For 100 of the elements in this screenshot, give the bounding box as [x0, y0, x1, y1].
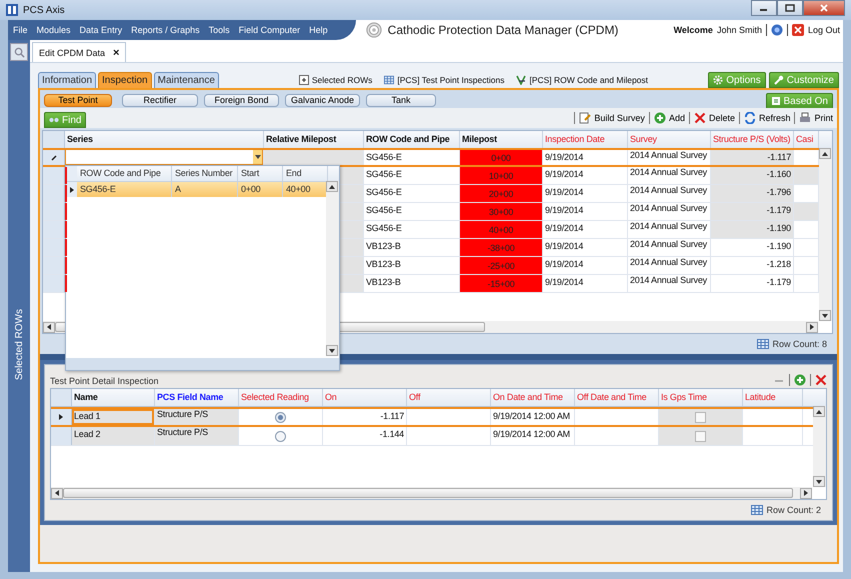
section-tab[interactable]: Maintenance [154, 72, 219, 88]
help-icon[interactable] [770, 24, 783, 36]
table-cell: -1.218 [711, 257, 794, 274]
toolbar-button[interactable]: Delete [694, 112, 735, 124]
table-cell: 9/19/2014 12:00 AM [491, 409, 575, 425]
close-button[interactable] [803, 0, 845, 16]
table-cell: -15+00 [460, 275, 543, 292]
table-cell: 2014 Annual Survey [628, 239, 711, 256]
table-cell: 2014 Annual Survey [628, 257, 711, 274]
row-header[interactable] [66, 182, 77, 197]
radio-button[interactable] [275, 412, 286, 422]
section-tab[interactable]: Inspection [98, 72, 152, 88]
search-button[interactable] [10, 43, 28, 61]
column-header[interactable]: Selected Reading [239, 389, 323, 406]
welcome-label: Welcome [674, 25, 713, 35]
scroll-left-button[interactable] [43, 322, 55, 332]
toolbar-button[interactable]: Build Survey [579, 112, 645, 124]
column-header[interactable]: PCS Field Name [155, 389, 239, 406]
column-header[interactable]: Casi [794, 131, 819, 148]
wrench-icon [774, 75, 784, 85]
series-dropdown-field[interactable] [65, 149, 263, 165]
grid-icon [757, 338, 770, 350]
column-header[interactable]: On Date and Time [491, 389, 575, 406]
table-cell[interactable]: SG456-E [77, 182, 172, 197]
resize-grip[interactable] [66, 358, 339, 370]
menu-item[interactable]: Modules [36, 25, 71, 35]
close-tab-button[interactable]: × [113, 46, 120, 58]
maximize-button[interactable] [777, 0, 803, 16]
checkbox[interactable] [695, 430, 706, 442]
column-header[interactable]: Series Number [172, 166, 238, 181]
scroll-right-button[interactable] [800, 488, 812, 498]
gear-icon [713, 75, 724, 85]
menu-item[interactable]: Help [309, 25, 328, 35]
section-tab[interactable]: Information [38, 72, 96, 88]
scroll-down-button[interactable] [813, 476, 825, 487]
scroll-up-button[interactable] [813, 406, 825, 417]
column-header[interactable]: ROW Code and Pipe [77, 166, 172, 181]
table-cell: 9/19/2014 [543, 203, 628, 220]
scroll-down-button[interactable] [819, 310, 831, 321]
scroll-up-button[interactable] [326, 181, 338, 192]
column-header[interactable]: Milepost [460, 131, 543, 148]
document-tab[interactable]: Edit CPDM Data × [32, 42, 126, 62]
column-header[interactable]: Series [65, 131, 264, 148]
sub-tab[interactable]: Galvanic Anode [285, 94, 360, 106]
table-cell: 10+00 [460, 167, 543, 184]
menu-item[interactable]: Data Entry [80, 25, 122, 35]
logout-link[interactable]: Log Out [808, 25, 840, 35]
checkbox[interactable] [695, 412, 706, 422]
scrollbar-thumb[interactable] [63, 488, 793, 498]
column-header[interactable]: Name [72, 389, 155, 406]
toolbar-button[interactable]: Print [799, 112, 833, 124]
toolbar-link[interactable]: [PCS] Test Point Inspections [397, 75, 504, 85]
sub-tab[interactable]: Tank [366, 94, 436, 106]
radio-button[interactable] [275, 430, 286, 442]
column-header[interactable]: Start [238, 166, 283, 181]
column-header[interactable]: Is Gps Time [659, 389, 743, 406]
column-header[interactable]: Structure P/S (Volts) [711, 131, 794, 148]
logout-icon[interactable] [792, 24, 804, 36]
sidebar-label[interactable]: Selected ROWs [14, 309, 24, 380]
column-header[interactable]: Relative Milepost [264, 131, 364, 148]
minimize-button[interactable] [751, 0, 777, 16]
table-cell[interactable]: 40+00 [283, 182, 328, 197]
table-cell: 9/19/2014 12:00 AM [491, 427, 575, 445]
survey-icon [579, 112, 592, 124]
column-header[interactable]: Off Date and Time [575, 389, 659, 406]
scroll-up-button[interactable] [819, 148, 831, 159]
plus-box-icon [298, 75, 309, 85]
table-cell: -1.796 [711, 185, 794, 202]
scroll-right-button[interactable] [806, 322, 818, 332]
sub-tab[interactable]: Rectifier [122, 94, 198, 106]
table-cell[interactable]: 0+00 [238, 182, 283, 197]
menu-item[interactable]: Field Computer [238, 25, 300, 35]
sub-tab[interactable]: Foreign Bond [204, 94, 279, 106]
table-cell: 9/19/2014 [543, 221, 628, 238]
menu-item[interactable]: Tools [208, 25, 230, 35]
add-icon[interactable] [794, 374, 806, 386]
toolbar-button[interactable]: Refresh [744, 112, 790, 124]
toolbar-button[interactable]: Add [654, 112, 685, 124]
menu-item[interactable]: Reports / Graphs [131, 25, 200, 35]
sub-tab[interactable]: Test Point [44, 94, 112, 106]
table-cell[interactable]: A [172, 182, 238, 197]
column-header[interactable]: On [323, 389, 407, 406]
column-header[interactable]: Off [407, 389, 491, 406]
delete-icon[interactable] [815, 374, 827, 386]
grid-icon [384, 75, 394, 85]
toolbar-link[interactable]: [PCS] ROW Code and Milepost [529, 75, 648, 85]
table-cell: -1.179 [711, 203, 794, 220]
scroll-down-button[interactable] [326, 345, 338, 356]
toolbar-link[interactable]: Selected ROWs [312, 75, 372, 85]
column-header[interactable]: Inspection Date [543, 131, 628, 148]
menu-item[interactable]: File [13, 25, 28, 35]
binoculars-icon [49, 115, 59, 125]
table-cell: 9/19/2014 [543, 150, 628, 165]
column-header[interactable]: Survey [628, 131, 711, 148]
row-header[interactable] [51, 409, 72, 425]
scroll-left-button[interactable] [51, 488, 63, 498]
column-header[interactable]: ROW Code and Pipe [364, 131, 460, 148]
table-cell: 40+00 [460, 221, 543, 238]
column-header[interactable]: Latitude [743, 389, 803, 406]
table-cell: 0+00 [460, 150, 543, 165]
